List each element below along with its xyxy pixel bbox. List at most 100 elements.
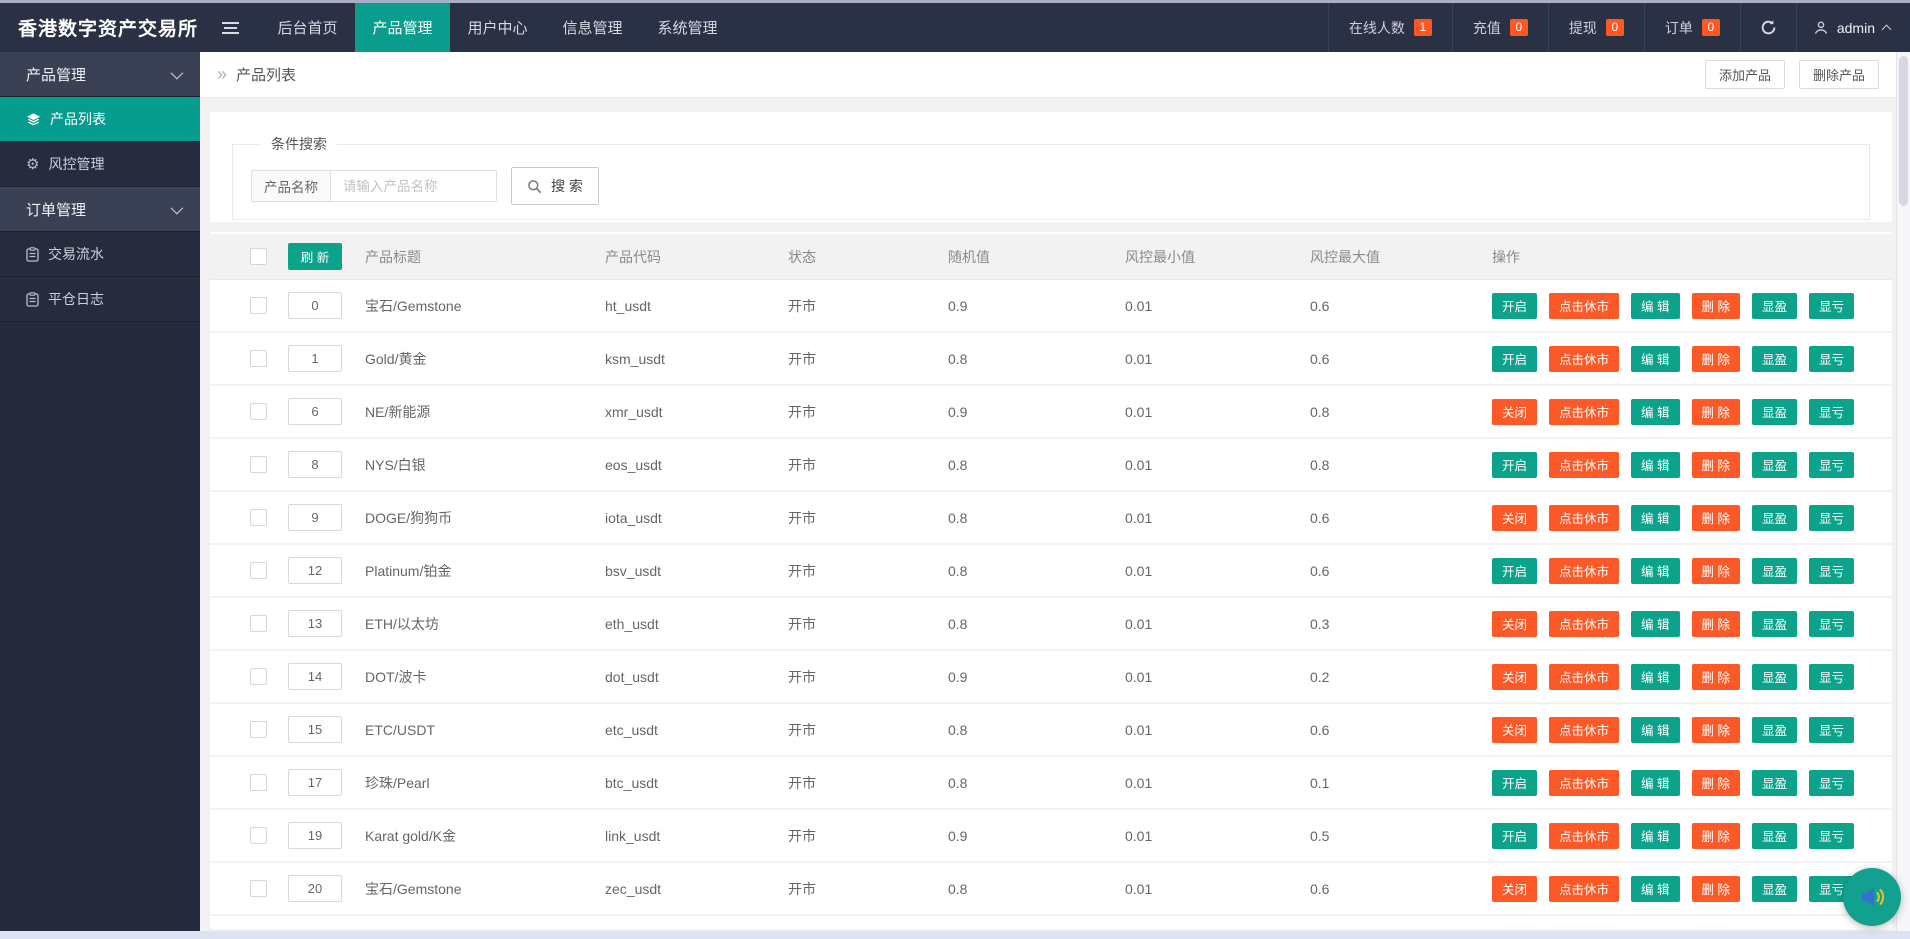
row-id-box[interactable]: 6: [288, 398, 342, 425]
delete-button[interactable]: 删 除: [1692, 293, 1740, 319]
toggle-button[interactable]: 关闭: [1492, 876, 1537, 902]
edit-button[interactable]: 编 辑: [1631, 505, 1679, 531]
show-loss-button[interactable]: 显亏: [1809, 664, 1854, 690]
sidebar-item-close-log[interactable]: 平仓日志: [0, 277, 200, 322]
show-profit-button[interactable]: 显盈: [1752, 717, 1797, 743]
edit-button[interactable]: 编 辑: [1631, 399, 1679, 425]
edit-button[interactable]: 编 辑: [1631, 770, 1679, 796]
delete-button[interactable]: 删 除: [1692, 505, 1740, 531]
delete-button[interactable]: 删 除: [1692, 558, 1740, 584]
search-button[interactable]: 搜 索: [511, 167, 599, 205]
topnav-item-home[interactable]: 后台首页: [260, 3, 355, 52]
sidebar-group-orders[interactable]: 订单管理: [0, 187, 200, 232]
edit-button[interactable]: 编 辑: [1631, 717, 1679, 743]
halt-market-button[interactable]: 点击休市: [1549, 717, 1619, 743]
stat-deposits[interactable]: 充值 0: [1452, 3, 1548, 52]
show-profit-button[interactable]: 显盈: [1752, 823, 1797, 849]
toggle-button[interactable]: 开启: [1492, 770, 1537, 796]
row-id-box[interactable]: 15: [288, 716, 342, 743]
toggle-button[interactable]: 关闭: [1492, 399, 1537, 425]
toggle-button[interactable]: 关闭: [1492, 717, 1537, 743]
show-loss-button[interactable]: 显亏: [1809, 770, 1854, 796]
horizontal-scrollbar[interactable]: [0, 931, 1910, 939]
topnav-item-products[interactable]: 产品管理: [355, 3, 450, 52]
show-profit-button[interactable]: 显盈: [1752, 558, 1797, 584]
vertical-scrollbar[interactable]: [1896, 52, 1910, 931]
stat-online-users[interactable]: 在线人数 1: [1328, 3, 1452, 52]
row-id-box[interactable]: 20: [288, 875, 342, 902]
row-id-box[interactable]: 14: [288, 663, 342, 690]
toggle-button[interactable]: 开启: [1492, 823, 1537, 849]
row-checkbox[interactable]: [250, 562, 267, 579]
sidebar-item-trade-flow[interactable]: 交易流水: [0, 232, 200, 277]
vertical-scrollbar-thumb[interactable]: [1899, 56, 1908, 206]
toggle-button[interactable]: 开启: [1492, 293, 1537, 319]
row-checkbox[interactable]: [250, 456, 267, 473]
refresh-icon[interactable]: [1740, 3, 1796, 52]
delete-button[interactable]: 删 除: [1692, 823, 1740, 849]
delete-button[interactable]: 删 除: [1692, 876, 1740, 902]
refresh-button[interactable]: 刷 新: [288, 243, 342, 270]
delete-product-button[interactable]: 删除产品: [1799, 60, 1879, 89]
row-checkbox[interactable]: [250, 615, 267, 632]
user-menu[interactable]: admin: [1796, 3, 1910, 52]
row-id-box[interactable]: 9: [288, 504, 342, 531]
edit-button[interactable]: 编 辑: [1631, 558, 1679, 584]
product-name-input[interactable]: [331, 171, 496, 201]
row-id-box[interactable]: 17: [288, 769, 342, 796]
delete-button[interactable]: 删 除: [1692, 717, 1740, 743]
show-loss-button[interactable]: 显亏: [1809, 505, 1854, 531]
show-profit-button[interactable]: 显盈: [1752, 399, 1797, 425]
delete-button[interactable]: 删 除: [1692, 346, 1740, 372]
show-loss-button[interactable]: 显亏: [1809, 823, 1854, 849]
row-id-box[interactable]: 8: [288, 451, 342, 478]
row-id-box[interactable]: 0: [288, 292, 342, 319]
topnav-item-info[interactable]: 信息管理: [545, 3, 640, 52]
halt-market-button[interactable]: 点击休市: [1549, 293, 1619, 319]
show-profit-button[interactable]: 显盈: [1752, 346, 1797, 372]
row-checkbox[interactable]: [250, 668, 267, 685]
toggle-button[interactable]: 关闭: [1492, 611, 1537, 637]
show-profit-button[interactable]: 显盈: [1752, 505, 1797, 531]
delete-button[interactable]: 删 除: [1692, 399, 1740, 425]
topnav-item-users[interactable]: 用户中心: [450, 3, 545, 52]
toggle-button[interactable]: 开启: [1492, 558, 1537, 584]
edit-button[interactable]: 编 辑: [1631, 664, 1679, 690]
toggle-button[interactable]: 关闭: [1492, 505, 1537, 531]
menu-toggle-icon[interactable]: [200, 3, 260, 52]
toggle-button[interactable]: 关闭: [1492, 664, 1537, 690]
show-loss-button[interactable]: 显亏: [1809, 346, 1854, 372]
show-profit-button[interactable]: 显盈: [1752, 770, 1797, 796]
row-id-box[interactable]: 13: [288, 610, 342, 637]
show-loss-button[interactable]: 显亏: [1809, 399, 1854, 425]
row-checkbox[interactable]: [250, 403, 267, 420]
halt-market-button[interactable]: 点击休市: [1549, 452, 1619, 478]
show-profit-button[interactable]: 显盈: [1752, 611, 1797, 637]
edit-button[interactable]: 编 辑: [1631, 346, 1679, 372]
stat-orders[interactable]: 订单 0: [1644, 3, 1740, 52]
halt-market-button[interactable]: 点击休市: [1549, 611, 1619, 637]
halt-market-button[interactable]: 点击休市: [1549, 823, 1619, 849]
row-id-box[interactable]: 12: [288, 557, 342, 584]
show-profit-button[interactable]: 显盈: [1752, 452, 1797, 478]
halt-market-button[interactable]: 点击休市: [1549, 558, 1619, 584]
sidebar-group-products[interactable]: 产品管理: [0, 52, 200, 97]
topnav-item-system[interactable]: 系统管理: [640, 3, 735, 52]
halt-market-button[interactable]: 点击休市: [1549, 770, 1619, 796]
show-loss-button[interactable]: 显亏: [1809, 452, 1854, 478]
row-checkbox[interactable]: [250, 350, 267, 367]
row-checkbox[interactable]: [250, 774, 267, 791]
row-checkbox[interactable]: [250, 509, 267, 526]
row-checkbox[interactable]: [250, 880, 267, 897]
row-checkbox[interactable]: [250, 827, 267, 844]
row-id-box[interactable]: 19: [288, 822, 342, 849]
halt-market-button[interactable]: 点击休市: [1549, 876, 1619, 902]
toggle-button[interactable]: 开启: [1492, 452, 1537, 478]
show-loss-button[interactable]: 显亏: [1809, 717, 1854, 743]
voice-assistant-button[interactable]: [1843, 868, 1901, 926]
delete-button[interactable]: 删 除: [1692, 452, 1740, 478]
edit-button[interactable]: 编 辑: [1631, 452, 1679, 478]
show-profit-button[interactable]: 显盈: [1752, 293, 1797, 319]
row-id-box[interactable]: 1: [288, 345, 342, 372]
show-loss-button[interactable]: 显亏: [1809, 293, 1854, 319]
